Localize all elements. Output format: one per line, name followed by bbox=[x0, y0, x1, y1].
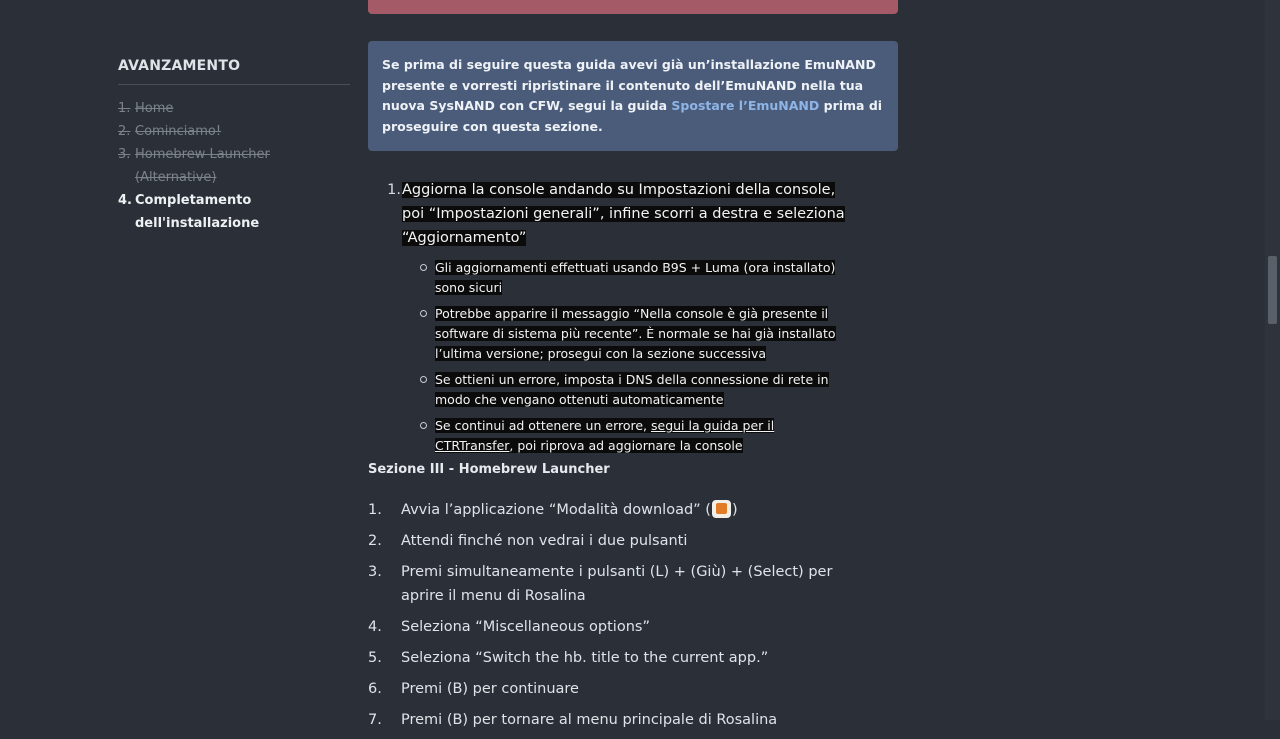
link-spostare-emunand[interactable]: Spostare l’EmuNAND bbox=[671, 98, 819, 113]
list-item: 5. Seleziona “Switch the hb. title to the… bbox=[368, 650, 769, 666]
list-item: 1. Avvia l’applicazione “Modalità downlo… bbox=[368, 500, 738, 518]
nav-item-label: Homebrew Launcher (Alternative) bbox=[135, 147, 270, 185]
download-play-icon bbox=[711, 500, 731, 518]
bullet-icon bbox=[420, 310, 427, 317]
list-item: Potrebbe apparire il messaggio “Nella co… bbox=[368, 304, 852, 364]
nav-item-cominciamo[interactable]: 2. Cominciamo! bbox=[118, 120, 350, 143]
list-item: Se continui ad ottenere un errore, segui… bbox=[368, 416, 852, 456]
list-item: 4. Seleziona “Miscellaneous options” bbox=[368, 619, 650, 635]
nav-item-homebrew-launcher[interactable]: 3. Homebrew Launcher (Alternative) bbox=[118, 143, 350, 189]
step-notes: Gli aggiornamenti effettuati usando B9S … bbox=[402, 258, 852, 456]
list-item: 6. Premi (B) per continuare bbox=[368, 681, 579, 697]
nav-item-completamento[interactable]: 4. Completamento dell'installazione bbox=[118, 189, 350, 235]
homebrew-steps: 1. Avvia l’applicazione “Modalità downlo… bbox=[368, 498, 898, 739]
nav-item-home[interactable]: 1. Home bbox=[118, 97, 350, 120]
list-item: 3. Premi simultaneamente i pulsanti (L) +… bbox=[368, 564, 833, 604]
list-item: 1. Aggiorna la console andando su Impost… bbox=[368, 178, 898, 462]
sidebar-title: AVANZAMENTO bbox=[118, 58, 350, 85]
info-notice: Se prima di seguire questa guida avevi g… bbox=[368, 41, 898, 151]
list-item: Gli aggiornamenti effettuati usando B9S … bbox=[368, 258, 852, 298]
nav-item-label: Cominciamo! bbox=[135, 124, 222, 139]
nav-item-label: Completamento dell'installazione bbox=[135, 193, 260, 231]
list-item: 2. Attendi finché non vedrai i due pulsan… bbox=[368, 533, 688, 549]
scrollbar-track[interactable] bbox=[1265, 0, 1280, 720]
update-steps: 1. Aggiorna la console andando su Impost… bbox=[368, 178, 898, 462]
bullet-icon bbox=[420, 264, 427, 271]
alert-box bbox=[368, 0, 898, 14]
bullet-icon bbox=[420, 422, 427, 429]
list-item: Se ottieni un errore, imposta i DNS dell… bbox=[368, 370, 852, 410]
list-item: 7. Premi (B) per tornare al menu principa… bbox=[368, 712, 778, 728]
bullet-icon bbox=[420, 376, 427, 383]
scrollbar-thumb[interactable] bbox=[1268, 256, 1277, 324]
progress-sidebar: AVANZAMENTO 1. Home 2. Cominciamo! 3. Ho… bbox=[118, 58, 350, 235]
progress-nav: 1. Home 2. Cominciamo! 3. Homebrew Launc… bbox=[118, 97, 350, 235]
section-heading: Sezione III - Homebrew Launcher bbox=[368, 462, 610, 477]
step-text: Aggiorna la console andando su Impostazi… bbox=[402, 182, 845, 246]
nav-item-label: Home bbox=[135, 101, 174, 116]
